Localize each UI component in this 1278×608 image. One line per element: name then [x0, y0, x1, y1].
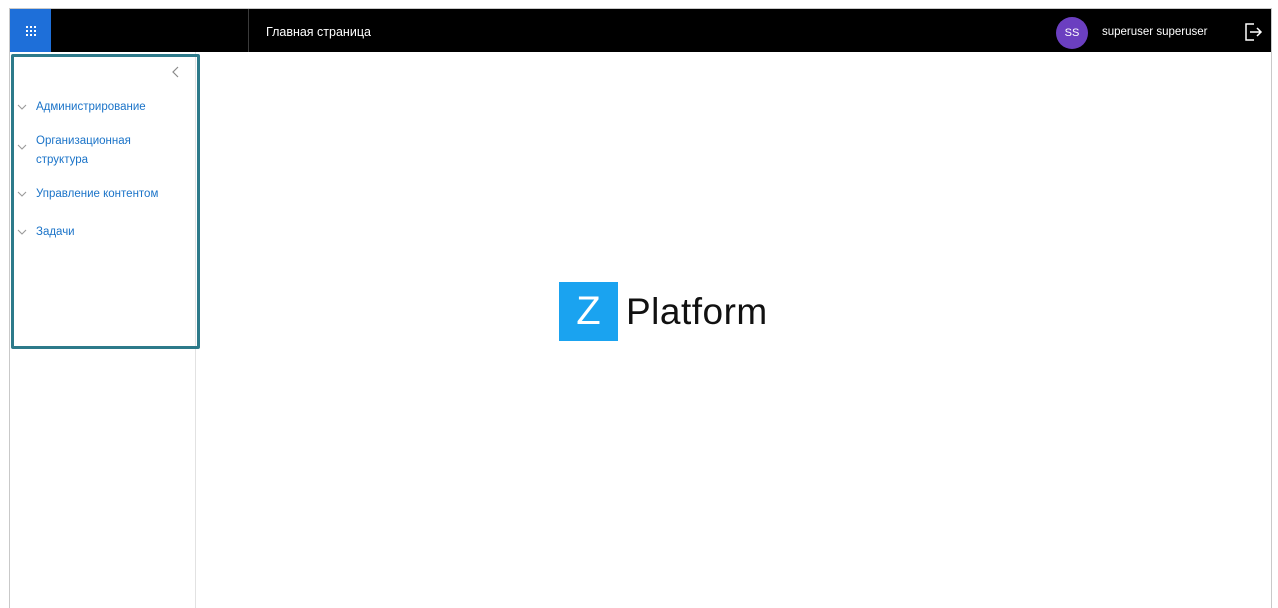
top-bar-divider	[248, 9, 249, 52]
logout-icon	[1245, 23, 1263, 41]
sidebar-collapse-button[interactable]	[168, 64, 184, 80]
user-avatar[interactable]: SS	[1056, 17, 1088, 49]
waffle-grid-icon	[25, 25, 36, 36]
logo-mark: Z	[559, 282, 618, 341]
page-title: Главная страница	[266, 25, 371, 39]
logo-text: Platform	[626, 290, 768, 332]
logout-button[interactable]	[1242, 21, 1264, 43]
sidebar-item-administration[interactable]: Администрирование	[16, 98, 192, 117]
sidebar-item-org-structure[interactable]: Организационная структура	[16, 132, 192, 170]
top-bar: Главная страница SS superuser superuser	[10, 9, 1271, 52]
sidebar-item-label: Организационная структура	[36, 135, 131, 166]
chevron-down-icon	[17, 144, 27, 150]
sidebar-item-tasks[interactable]: Задачи	[16, 223, 192, 242]
sidebar-item-label: Управление контентом	[36, 188, 159, 200]
platform-logo: Z Platform	[559, 282, 768, 341]
sidebar: Администрирование Организационная структ…	[10, 52, 196, 608]
chevron-down-icon	[17, 191, 27, 197]
chevron-left-icon	[172, 66, 179, 78]
chevron-down-icon	[17, 229, 27, 235]
chevron-down-icon	[17, 104, 27, 110]
sidebar-item-label: Администрирование	[36, 101, 146, 113]
app-launcher-button[interactable]	[10, 9, 51, 52]
sidebar-item-content-management[interactable]: Управление контентом	[16, 185, 192, 204]
sidebar-item-label: Задачи	[36, 226, 75, 238]
user-name[interactable]: superuser superuser	[1102, 9, 1207, 52]
app-window: Главная страница SS superuser superuser …	[9, 8, 1272, 608]
